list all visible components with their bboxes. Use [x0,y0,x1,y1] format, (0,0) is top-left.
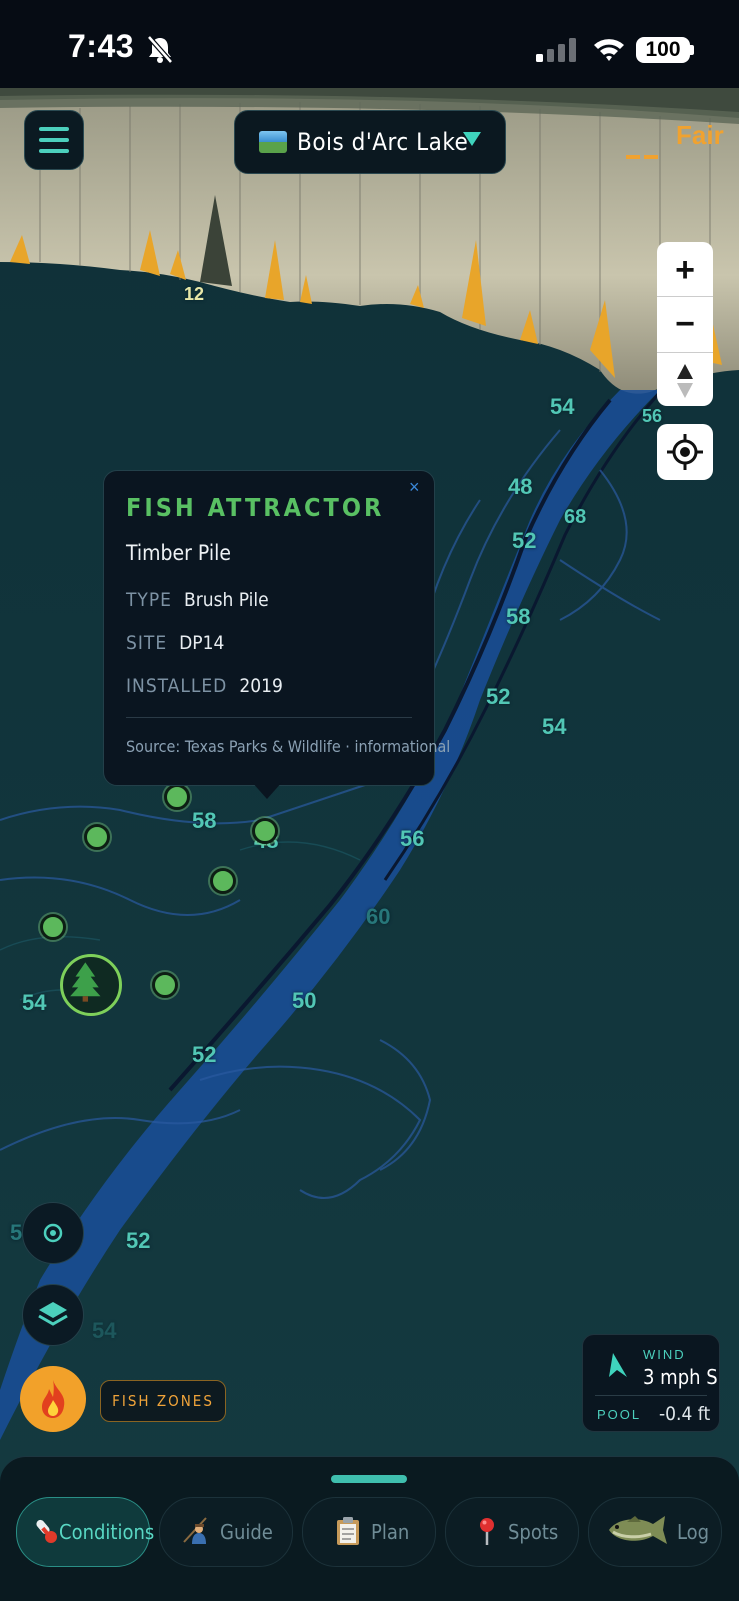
flame-icon [42,1380,65,1418]
hamburger-icon [39,127,69,131]
pine-tree-icon [70,962,101,1002]
depth-label: 58 [506,604,531,629]
depth-label: 60 [366,904,391,929]
popup-tail [251,781,283,799]
fish-zones-toggle[interactable] [20,1366,86,1432]
popup-name: Timber Pile [126,541,231,565]
popup-installed-row: INSTALLED 2019 [126,675,283,697]
depth-label: 54 [22,990,47,1015]
cellular-signal-icon [536,38,576,62]
close-icon[interactable]: × [409,477,420,498]
tab-plan[interactable]: Plan [302,1497,436,1567]
depth-label: 54 [542,714,567,739]
wind-direction-icon [609,1353,627,1377]
tab-label: Log [677,1520,710,1544]
pool-label: POOL [597,1407,642,1422]
popup-source: Source: Texas Parks & Wildlife · informa… [126,737,451,756]
depth-label: 48 [508,474,533,499]
wind-card: WIND 3 mph S POOL -0.4 ft [582,1334,720,1432]
tab-label: Spots [508,1520,559,1544]
depth-label: 12 [184,284,205,304]
depth-label: 56 [400,826,425,851]
status-bar: 7:43 100 [0,0,739,88]
battery-icon: 100 [636,37,690,63]
bass-fish-icon [609,1516,667,1544]
tab-spots[interactable]: Spots [445,1497,579,1567]
bottom-tab-bar: Conditions Guide Plan Spots Log [0,1456,739,1601]
pool-value: -0.4 ft [659,1403,711,1425]
fish-zones-label[interactable]: FISH ZONES [100,1380,226,1422]
lake-map-icon [259,131,287,153]
lake-selector[interactable]: Bois d'Arc Lake [234,110,506,174]
zoom-out-button[interactable]: − [657,302,713,346]
tab-log[interactable]: Log [588,1497,722,1567]
lake-name: Bois d'Arc Lake [297,128,469,156]
fish-attractor-popup: × FISH ATTRACTOR Timber Pile TYPE Brush P… [103,470,450,786]
depth-label: 50 [292,988,317,1013]
menu-button[interactable] [24,110,84,170]
divider [595,1395,707,1396]
clipboard-icon [337,1517,359,1545]
tab-label: Plan [371,1520,410,1544]
fisherman-icon [183,1517,207,1544]
drag-handle[interactable] [331,1475,407,1483]
layers-icon [38,1302,68,1326]
divider [126,717,412,718]
depth-label: 54 [92,1318,117,1343]
popup-type-row: TYPE Brush Pile [126,589,269,611]
zoom-in-button[interactable]: + [657,248,713,292]
target-icon [43,1223,63,1243]
fish-attractor-marker[interactable] [84,824,110,850]
depth-label: 52 [192,1042,217,1067]
compass-icon[interactable] [677,364,693,398]
tab-guide[interactable]: Guide [159,1497,293,1567]
bell-slash-icon [147,35,173,64]
hamburger-icon [39,138,69,142]
popup-site-row: SITE DP14 [126,632,224,654]
hamburger-icon [39,149,69,153]
type-label: TYPE [126,589,172,611]
fish-attractor-marker[interactable] [164,784,190,810]
site-value: DP14 [179,632,225,654]
rating-indicator [626,155,660,159]
zoom-controls: + − [657,242,713,406]
chevron-down-icon [463,132,481,146]
tab-label: Conditions [59,1520,155,1544]
installed-value: 2019 [239,675,283,697]
conditions-rating[interactable]: Fair [676,120,724,151]
depth-label: 52 [126,1228,151,1253]
fish-attractor-marker[interactable] [252,818,278,844]
status-time: 7:43 [68,28,135,64]
locate-button[interactable] [657,424,713,480]
wind-label: WIND [643,1347,686,1362]
layers-button[interactable] [22,1284,84,1346]
selected-timber-pile-marker[interactable] [60,954,122,1016]
tab-conditions[interactable]: Conditions [16,1497,154,1567]
popup-title: FISH ATTRACTOR [126,493,385,522]
depth-label: 54 [550,394,575,419]
target-button[interactable] [22,1202,84,1264]
depth-label: 68 [564,506,587,528]
map-pin-icon [480,1518,494,1545]
depth-label: 52 [512,528,537,553]
site-label: SITE [126,632,168,654]
wind-value: 3 mph S [643,1365,718,1389]
fish-attractor-marker[interactable] [210,868,236,894]
fish-attractor-marker[interactable] [40,914,66,940]
type-value: Brush Pile [183,589,269,611]
depth-label: 58 [192,808,217,833]
installed-label: INSTALLED [126,675,228,697]
tab-label: Guide [220,1520,273,1544]
wifi-icon [594,39,624,61]
crosshair-icon [667,434,703,470]
battery-tip [690,45,694,55]
fish-attractor-marker[interactable] [152,972,178,998]
depth-label: 52 [486,684,511,709]
